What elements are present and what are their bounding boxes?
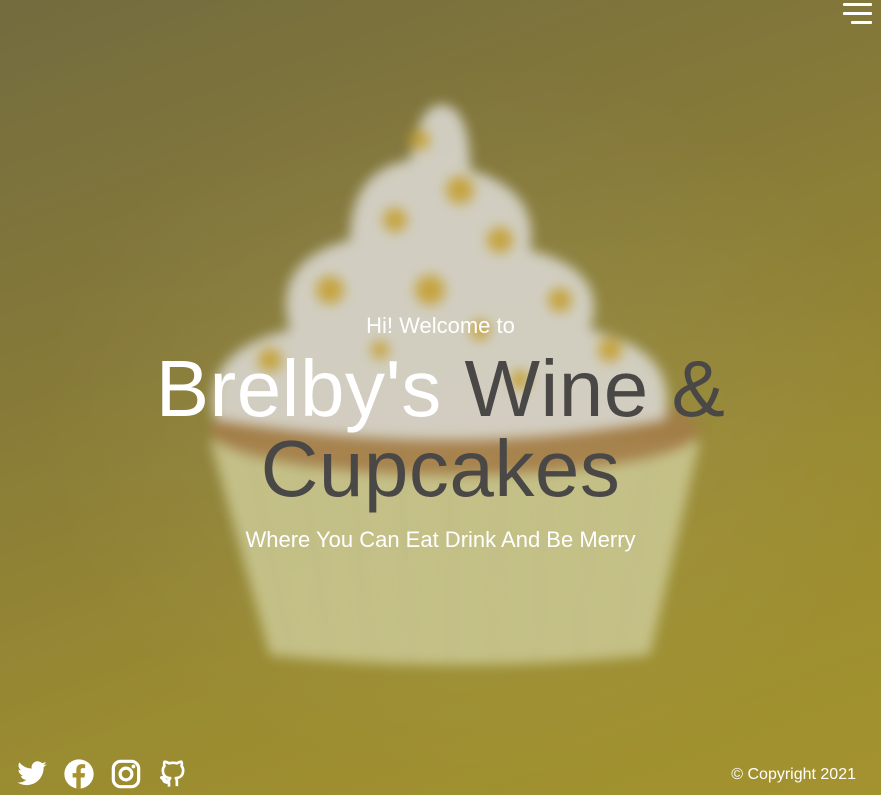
menu-bar-middle <box>843 12 872 15</box>
tagline-text: Where You Can Eat Drink And Be Merry <box>245 527 636 552</box>
hamburger-menu-icon[interactable] <box>843 3 872 25</box>
hero-intro: Hi! Welcome to Brelby's Wine & Cupcakes … <box>0 312 881 554</box>
social-links <box>16 757 204 791</box>
greeting-text: Hi! Welcome to <box>366 313 515 338</box>
title-name: Brelby's <box>155 344 442 433</box>
copyright-text: © Copyright 2021 <box>731 766 856 783</box>
twitter-icon[interactable] <box>16 758 48 790</box>
menu-bar-top <box>843 3 872 6</box>
instagram-icon[interactable] <box>110 758 142 790</box>
facebook-icon[interactable] <box>63 758 95 790</box>
menu-bar-bottom <box>851 21 872 24</box>
github-icon[interactable] <box>157 758 189 790</box>
page-title: Brelby's Wine & Cupcakes <box>131 349 751 509</box>
